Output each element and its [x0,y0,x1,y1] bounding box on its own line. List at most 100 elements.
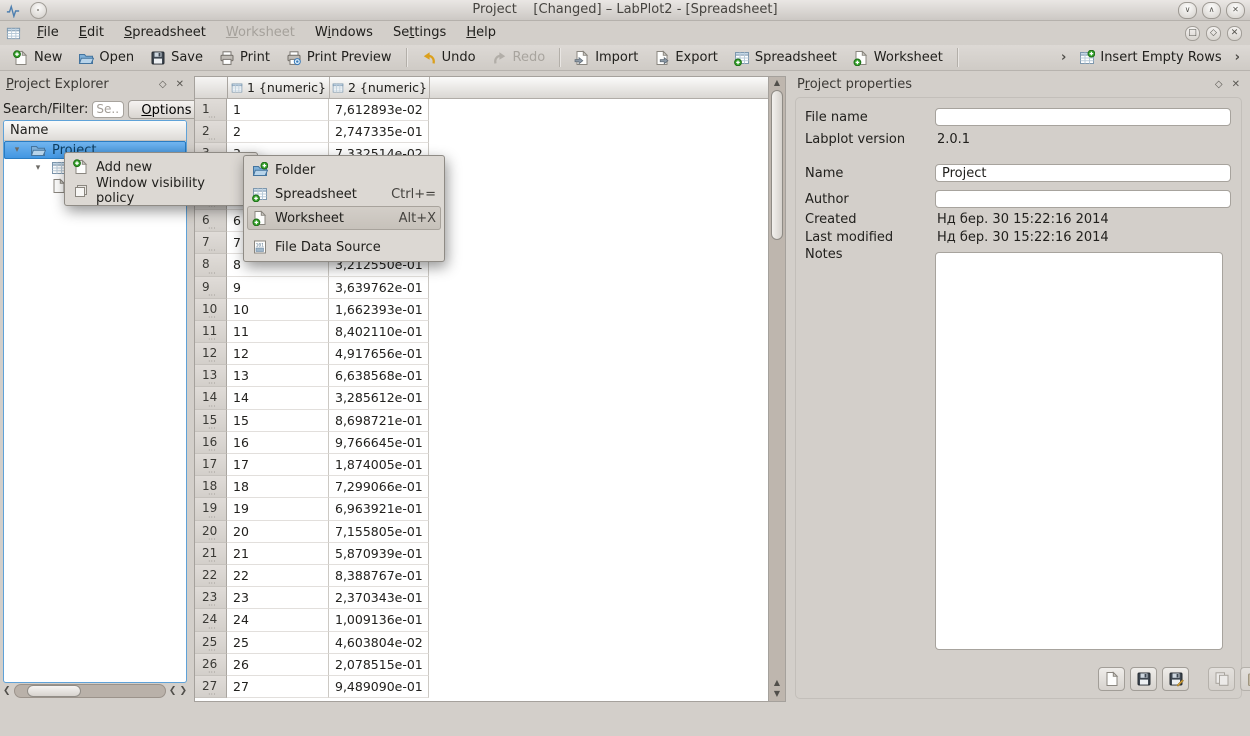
save-as-button[interactable] [1162,667,1189,691]
spreadsheet-vertical-scrollbar[interactable]: ▲ ▲ ▼ [768,77,785,701]
row-header-22[interactable]: 22 [195,565,227,587]
worksheet-button[interactable]: Worksheet [846,48,950,68]
dock-close-icon[interactable]: ✕ [1232,78,1240,92]
row-header-14[interactable]: 14 [195,387,227,409]
author-field[interactable] [935,190,1231,208]
mdi-close-button[interactable]: ✕ [1227,26,1242,41]
cell[interactable]: 6,963921e-01 [329,498,429,520]
close-button[interactable]: ✕ [1226,2,1245,19]
scroll-left-icon[interactable]: ❮ [3,685,11,697]
undo-button[interactable]: Undo [414,48,483,68]
cell[interactable]: 6,638568e-01 [329,365,429,387]
cell[interactable]: 12 [227,343,329,365]
cell[interactable]: 1,009136e-01 [329,609,429,631]
expander-icon[interactable]: ▾ [33,163,43,173]
cell[interactable]: 18 [227,476,329,498]
row-header-2[interactable]: 2 [195,121,227,143]
cell[interactable]: 8,402110e-01 [329,321,429,343]
paste-button[interactable] [1240,667,1250,691]
import-button[interactable]: Import [567,48,645,68]
cell[interactable]: 16 [227,432,329,454]
cell[interactable]: 7,299066e-01 [329,476,429,498]
cell[interactable]: 3,639762e-01 [329,277,429,299]
cell[interactable]: 5,870939e-01 [329,543,429,565]
dock-close-icon[interactable]: ✕ [176,78,184,92]
cell[interactable]: 4,603804e-02 [329,632,429,654]
expander-icon[interactable]: ▾ [12,145,22,155]
explorer-horizontal-scrollbar[interactable]: ❮ ❮ ❯ [3,684,187,698]
cell[interactable]: 9,766645e-01 [329,432,429,454]
row-header-25[interactable]: 25 [195,632,227,654]
open-button[interactable]: Open [71,48,141,68]
cell[interactable]: 22 [227,565,329,587]
menu-item-spreadsheet[interactable]: SpreadsheetCtrl+= [247,182,441,206]
save-button[interactable]: Save [143,48,210,68]
tree-header-name[interactable]: Name [4,121,186,141]
column-header-1[interactable]: 1 {numeric} [228,77,330,98]
cell[interactable]: 9 [227,277,329,299]
row-header-19[interactable]: 19 [195,498,227,520]
row-header-1[interactable]: 1 [195,99,227,121]
file-name-field[interactable] [935,108,1231,126]
cell[interactable]: 1,662393e-01 [329,299,429,321]
cell[interactable]: 11 [227,321,329,343]
menu-item-folder[interactable]: Folder [247,158,441,182]
row-header-27[interactable]: 27 [195,676,227,698]
scroll-right-icon[interactable]: ❯ [179,685,187,697]
redo-button[interactable]: Redo [485,48,553,68]
cell[interactable]: 3,285612e-01 [329,387,429,409]
row-header-24[interactable]: 24 [195,609,227,631]
row-header-13[interactable]: 13 [195,365,227,387]
cell[interactable]: 1,874005e-01 [329,454,429,476]
cell[interactable]: 2,747335e-01 [329,121,429,143]
name-field[interactable] [935,164,1231,182]
cell[interactable]: 2 [227,121,329,143]
row-header-11[interactable]: 11 [195,321,227,343]
scroll-up-icon[interactable]: ▲ [774,77,780,88]
cell[interactable]: 15 [227,410,329,432]
cell[interactable]: 27 [227,676,329,698]
menu-item-worksheet[interactable]: WorksheetAlt+X [247,206,441,230]
cell[interactable]: 4,917656e-01 [329,343,429,365]
mdi-child-icon[interactable] [6,26,21,41]
menu-help[interactable]: Help [456,21,506,45]
column-header-2[interactable]: 2 {numeric} [330,77,430,98]
scroll-up-icon[interactable]: ▲ [774,677,780,688]
row-header-15[interactable]: 15 [195,410,227,432]
menu-worksheet[interactable]: Worksheet [216,21,305,45]
cell[interactable]: 8,698721e-01 [329,410,429,432]
search-input[interactable] [92,101,124,118]
row-header-18[interactable]: 18 [195,476,227,498]
load-button[interactable] [1098,667,1125,691]
cell[interactable]: 13 [227,365,329,387]
notes-field[interactable] [935,252,1223,650]
cell[interactable]: 20 [227,521,329,543]
cell[interactable]: 26 [227,654,329,676]
cell[interactable]: 1 [227,99,329,121]
row-header-26[interactable]: 26 [195,654,227,676]
scrollbar-track[interactable] [14,684,166,698]
row-header-8[interactable]: 8 [195,254,227,276]
row-header-7[interactable]: 7 [195,232,227,254]
cell[interactable]: 24 [227,609,329,631]
toolbar-overflow-icon[interactable]: › [1231,50,1244,65]
cell[interactable]: 14 [227,387,329,409]
spreadsheet-button[interactable]: Spreadsheet [727,48,844,68]
cell[interactable]: 19 [227,498,329,520]
cell[interactable]: 2,078515e-01 [329,654,429,676]
cell[interactable]: 9,489090e-01 [329,676,429,698]
scrollbar-track[interactable] [771,88,783,677]
mdi-restore-button[interactable]: ◇ [1206,26,1221,41]
cell[interactable]: 7,612893e-02 [329,99,429,121]
mdi-minimize-button[interactable]: □ [1185,26,1200,41]
copy-button[interactable] [1208,667,1235,691]
menu-windows[interactable]: Windows [305,21,383,45]
row-header-21[interactable]: 21 [195,543,227,565]
maximize-button[interactable]: ∧ [1202,2,1221,19]
scroll-down-icon[interactable]: ▼ [774,688,780,699]
cell[interactable]: 10 [227,299,329,321]
row-header-12[interactable]: 12 [195,343,227,365]
cell[interactable]: 23 [227,587,329,609]
new-button[interactable]: New [6,48,69,68]
cell[interactable]: 21 [227,543,329,565]
